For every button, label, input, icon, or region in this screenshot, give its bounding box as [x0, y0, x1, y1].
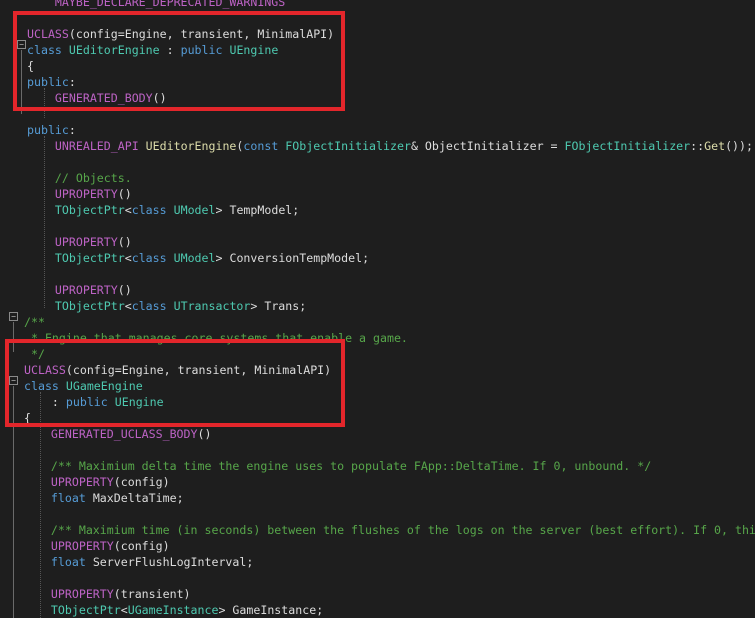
code-token: /** — [24, 315, 45, 329]
code-token: : — [68, 123, 76, 137]
code-token: float — [23, 555, 93, 569]
code-token: UPROPERTY — [23, 475, 114, 489]
code-line[interactable]: UPROPERTY() — [27, 186, 132, 202]
code-token: :: — [690, 139, 705, 153]
minus-box-icon[interactable]: − — [9, 312, 18, 321]
code-token: Get — [704, 139, 726, 153]
code-line[interactable]: TObjectPtr<class UTransactor> Trans; — [27, 298, 306, 314]
code-token: MAYBE_DECLARE_DEPRECATED_WARNINGS — [27, 0, 286, 9]
code-token: class — [131, 203, 174, 217]
code-token: (config) — [113, 539, 170, 553]
code-editor[interactable]: − − − MAYBE_DECLARE_DEPRECATED_WARNINGS U… — [0, 0, 755, 618]
highlight-box-editor-engine — [13, 11, 345, 111]
code-line[interactable]: // Objects. — [27, 170, 132, 186]
code-token: UPROPERTY — [27, 283, 118, 297]
code-token: UPROPERTY — [27, 187, 118, 201]
code-token: FObjectInitializer — [564, 139, 691, 153]
code-line[interactable]: /** — [24, 314, 45, 330]
code-token: () — [117, 235, 132, 249]
code-token: () — [197, 427, 212, 441]
code-line[interactable]: UPROPERTY(config) — [23, 474, 170, 490]
code-token: UPROPERTY — [23, 587, 114, 601]
code-token: /** Maximium time (in seconds) between t… — [23, 523, 755, 537]
code-token: float — [23, 491, 93, 505]
code-token: UEditorEngine — [145, 139, 237, 153]
code-token: TObjectPtr — [27, 203, 125, 217]
code-token: () — [117, 283, 132, 297]
code-token: < — [124, 251, 132, 265]
code-line[interactable]: UPROPERTY(transient) — [23, 586, 191, 602]
code-token: < — [124, 203, 132, 217]
code-line[interactable]: public: — [27, 122, 76, 138]
code-line[interactable]: GENERATED_UCLASS_BODY() — [23, 426, 212, 442]
code-token: FObjectInitializer — [285, 139, 411, 153]
code-line[interactable]: float MaxDeltaTime; — [23, 490, 184, 506]
code-token: (transient) — [113, 587, 191, 601]
code-token: (config) — [113, 475, 170, 489]
code-token: TObjectPtr — [27, 299, 125, 313]
code-line[interactable]: TObjectPtr<UGameInstance> GameInstance; — [23, 602, 323, 618]
code-line[interactable]: /** Maximium delta time the engine uses … — [23, 458, 651, 474]
code-token: > GameInstance; — [218, 603, 324, 617]
code-line[interactable]: TObjectPtr<class UModel> TempModel; — [27, 202, 299, 218]
code-token: < — [124, 299, 132, 313]
code-token: class — [131, 299, 174, 313]
code-line[interactable]: float ServerFlushLogInterval; — [23, 554, 253, 570]
code-token: UTransactor — [173, 299, 251, 313]
code-token: // Objects. — [27, 171, 132, 185]
code-token: UGameInstance — [127, 603, 219, 617]
code-token: const — [243, 139, 286, 153]
code-token: ()); — [725, 139, 753, 153]
code-token: UPROPERTY — [27, 235, 118, 249]
code-token: > TempModel; — [215, 203, 300, 217]
code-token: TObjectPtr — [23, 603, 121, 617]
code-line[interactable]: UNREALED_API UEditorEngine(const FObject… — [27, 138, 753, 154]
highlight-box-game-engine — [5, 339, 345, 427]
code-token: UModel — [173, 251, 216, 265]
code-token: GENERATED_UCLASS_BODY — [23, 427, 198, 441]
code-token: TObjectPtr — [27, 251, 125, 265]
code-token: public — [27, 123, 69, 137]
code-token: < — [120, 603, 128, 617]
code-token: /** Maximium delta time the engine uses … — [23, 459, 652, 473]
code-token: ServerFlushLogInterval; — [92, 555, 254, 569]
code-token: UPROPERTY — [23, 539, 114, 553]
code-token: & ObjectInitializer = — [410, 139, 565, 153]
code-line[interactable]: UPROPERTY(config) — [23, 538, 170, 554]
code-line[interactable]: MAYBE_DECLARE_DEPRECATED_WARNINGS — [27, 0, 285, 10]
code-token: () — [117, 187, 132, 201]
code-line[interactable]: TObjectPtr<class UModel> ConversionTempM… — [27, 250, 369, 266]
code-token: MaxDeltaTime; — [92, 491, 184, 505]
code-token: class — [131, 251, 174, 265]
code-line[interactable]: UPROPERTY() — [27, 234, 132, 250]
code-token: > Trans; — [250, 299, 307, 313]
code-token: UNREALED_API — [27, 139, 146, 153]
code-line[interactable]: UPROPERTY() — [27, 282, 132, 298]
code-token: UModel — [173, 203, 216, 217]
code-line[interactable]: /** Maximium time (in seconds) between t… — [23, 522, 755, 538]
code-token: > ConversionTempModel; — [215, 251, 370, 265]
